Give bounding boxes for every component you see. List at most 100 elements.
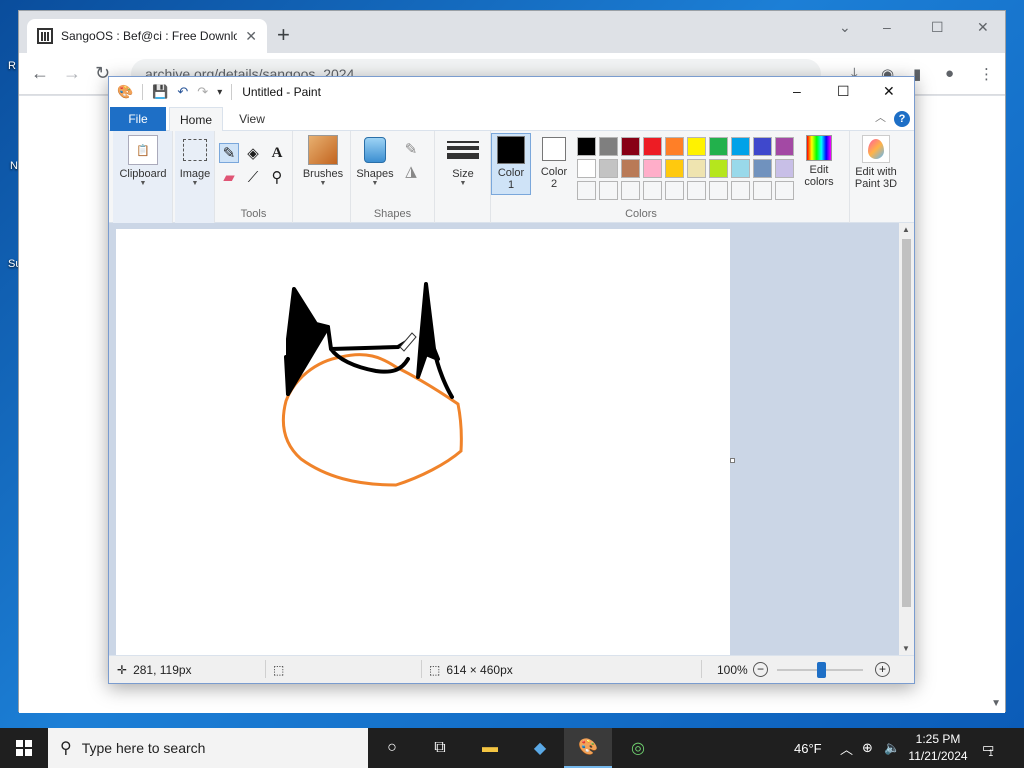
notification-icon[interactable]: ▭ 1: [982, 728, 994, 768]
tab-close-icon[interactable]: ✕: [245, 28, 257, 45]
paint-maximize-button[interactable]: ☐: [837, 83, 850, 100]
paint-minimize-button[interactable]: –: [793, 83, 801, 99]
color1-button[interactable]: Color 1: [491, 133, 531, 195]
tab-home[interactable]: Home: [169, 107, 223, 132]
start-button[interactable]: [0, 728, 48, 768]
text-tool-icon[interactable]: A: [267, 143, 287, 163]
palette-swatch[interactable]: [775, 137, 794, 156]
palette-swatch[interactable]: [687, 137, 706, 156]
volume-icon[interactable]: 🔈: [884, 728, 900, 768]
outline-icon[interactable]: ✎: [401, 139, 421, 159]
palette-swatch[interactable]: [599, 181, 618, 200]
forward-arrow-icon[interactable]: →: [63, 63, 81, 83]
eraser-icon[interactable]: ▰: [219, 167, 239, 187]
palette-swatch[interactable]: [577, 137, 596, 156]
palette-swatch[interactable]: [665, 137, 684, 156]
scroll-down-icon[interactable]: ▼: [902, 644, 910, 653]
browser-maximize-button[interactable]: ☐: [931, 19, 944, 36]
pencil-icon[interactable]: ✎: [219, 143, 239, 163]
palette-swatch[interactable]: [599, 159, 618, 178]
tab-file[interactable]: File: [110, 107, 166, 131]
brush-icon: [308, 135, 338, 165]
palette-swatch[interactable]: [775, 159, 794, 178]
task-view-icon[interactable]: ⧉: [416, 728, 464, 768]
fill-icon[interactable]: ◮: [401, 161, 421, 181]
palette-swatch[interactable]: [753, 181, 772, 200]
palette-swatch[interactable]: [753, 159, 772, 178]
file-explorer-icon[interactable]: ▬: [466, 728, 514, 768]
paint-taskbar-icon[interactable]: 🎨: [564, 728, 612, 768]
palette-swatch[interactable]: [753, 137, 772, 156]
palette-swatch[interactable]: [643, 159, 662, 178]
menu-kebab-icon[interactable]: ⋮: [979, 65, 994, 83]
edit-with-paint3d-button[interactable]: Edit with Paint 3D: [850, 135, 902, 190]
zoom-out-button[interactable]: −: [753, 662, 768, 677]
palette-swatch[interactable]: [665, 159, 684, 178]
paint-close-button[interactable]: ✕: [883, 83, 895, 100]
tab-view[interactable]: View: [227, 107, 277, 131]
color2-button[interactable]: Color 2: [535, 133, 573, 195]
palette-swatch[interactable]: [731, 159, 750, 178]
browser-close-button[interactable]: ✕: [977, 19, 989, 36]
palette-swatch[interactable]: [621, 159, 640, 178]
size-group: Size ▼: [435, 131, 491, 223]
clipboard-button[interactable]: 📋 Clipboard ▼: [117, 135, 169, 187]
tab-search-button[interactable]: ⌄: [839, 19, 851, 36]
desktop-icon-label[interactable]: N: [10, 160, 18, 172]
image-button[interactable]: Image ▼: [177, 135, 213, 187]
help-icon[interactable]: ?: [894, 111, 910, 127]
collapse-ribbon-icon[interactable]: ︿: [875, 109, 886, 125]
palette-swatch[interactable]: [731, 181, 750, 200]
canvas-resize-handle[interactable]: [730, 458, 735, 463]
size-button[interactable]: Size ▼: [439, 135, 487, 187]
desktop-icon-label[interactable]: R: [8, 60, 16, 72]
palette-swatch[interactable]: [599, 137, 618, 156]
fill-bucket-icon[interactable]: ◈: [243, 143, 263, 163]
show-hidden-icons-icon[interactable]: ︿: [840, 728, 853, 768]
palette-swatch[interactable]: [709, 159, 728, 178]
brushes-button[interactable]: Brushes ▼: [297, 135, 349, 187]
palette-swatch[interactable]: [709, 181, 728, 200]
palette-swatch[interactable]: [731, 137, 750, 156]
taskbar-search[interactable]: ⚲ Type here to search: [48, 728, 368, 768]
vertical-scrollbar[interactable]: ▲ ▼: [899, 223, 914, 655]
back-arrow-icon[interactable]: ←: [31, 63, 49, 83]
customize-qat-icon[interactable]: ▾: [217, 87, 222, 98]
zoom-slider-knob[interactable]: [817, 662, 826, 678]
undo-icon[interactable]: ↶: [177, 84, 188, 100]
drawing-canvas[interactable]: [116, 229, 730, 655]
palette-swatch[interactable]: [687, 159, 706, 178]
scroll-thumb[interactable]: [902, 239, 911, 607]
clock[interactable]: 1:25 PM 11/21/2024: [906, 731, 970, 765]
new-tab-button[interactable]: +: [277, 23, 290, 47]
palette-swatch[interactable]: [643, 137, 662, 156]
page-scroll-down-icon[interactable]: ▼: [991, 698, 1001, 709]
scroll-up-icon[interactable]: ▲: [902, 225, 910, 234]
chrome-taskbar-icon[interactable]: ◎: [614, 728, 662, 768]
palette-swatch[interactable]: [577, 181, 596, 200]
browser-minimize-button[interactable]: –: [883, 19, 891, 35]
redo-icon[interactable]: ↷: [197, 84, 208, 100]
weather-widget[interactable]: 46°F: [794, 728, 822, 768]
color-picker-icon[interactable]: ⟋: [243, 167, 263, 187]
magnifier-icon[interactable]: ⚲: [267, 167, 287, 187]
palette-swatch[interactable]: [621, 181, 640, 200]
palette-swatch[interactable]: [709, 137, 728, 156]
canvas-size-icon: ⬚: [429, 663, 441, 677]
palette-swatch[interactable]: [643, 181, 662, 200]
palette-swatch[interactable]: [621, 137, 640, 156]
browser-tab[interactable]: SangoOS : Bef@ci : Free Downlo ✕: [27, 19, 267, 53]
save-icon[interactable]: 💾: [152, 84, 168, 100]
palette-swatch[interactable]: [577, 159, 596, 178]
paint-app-icon[interactable]: 🎨: [117, 84, 133, 100]
network-icon[interactable]: ⊕: [862, 728, 873, 768]
palette-swatch[interactable]: [665, 181, 684, 200]
cortana-icon[interactable]: ○: [368, 728, 416, 768]
profile-icon[interactable]: ●: [945, 65, 954, 82]
store-icon[interactable]: ◆: [516, 728, 564, 768]
shapes-button[interactable]: Shapes ▼: [355, 135, 395, 187]
palette-swatch[interactable]: [775, 181, 794, 200]
zoom-in-button[interactable]: +: [875, 662, 890, 677]
palette-swatch[interactable]: [687, 181, 706, 200]
edit-colors-button[interactable]: Edit colors: [797, 135, 841, 188]
